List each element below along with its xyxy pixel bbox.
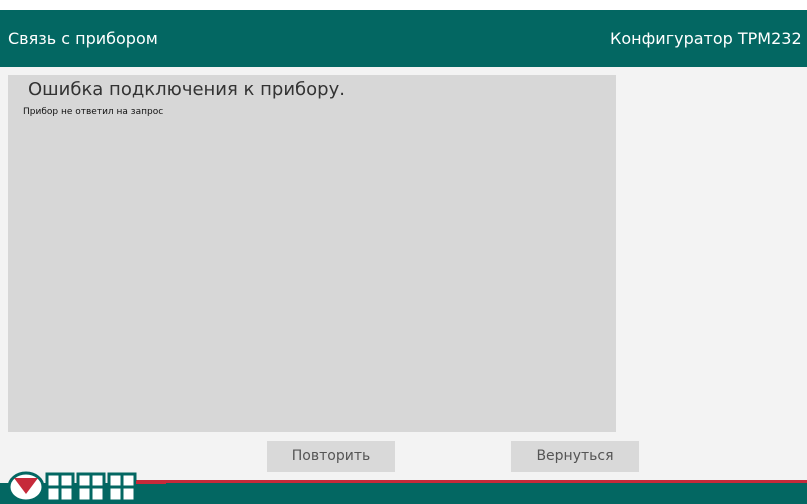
error-title: Ошибка подключения к прибору. (28, 79, 345, 100)
header-bar: Связь с прибором Конфигуратор ТРМ232 (0, 10, 807, 67)
page-title: Связь с прибором (8, 29, 158, 48)
app-window: Связь с прибором Конфигуратор ТРМ232 Оши… (0, 10, 807, 504)
back-button[interactable]: Вернуться (511, 441, 639, 472)
error-panel: Ошибка подключения к прибору. Прибор не … (8, 75, 616, 432)
error-detail: Прибор не ответил на запрос (23, 107, 164, 117)
app-title: Конфигуратор ТРМ232 (610, 29, 802, 48)
oven-logo (7, 471, 166, 503)
retry-button[interactable]: Повторить (267, 441, 395, 472)
